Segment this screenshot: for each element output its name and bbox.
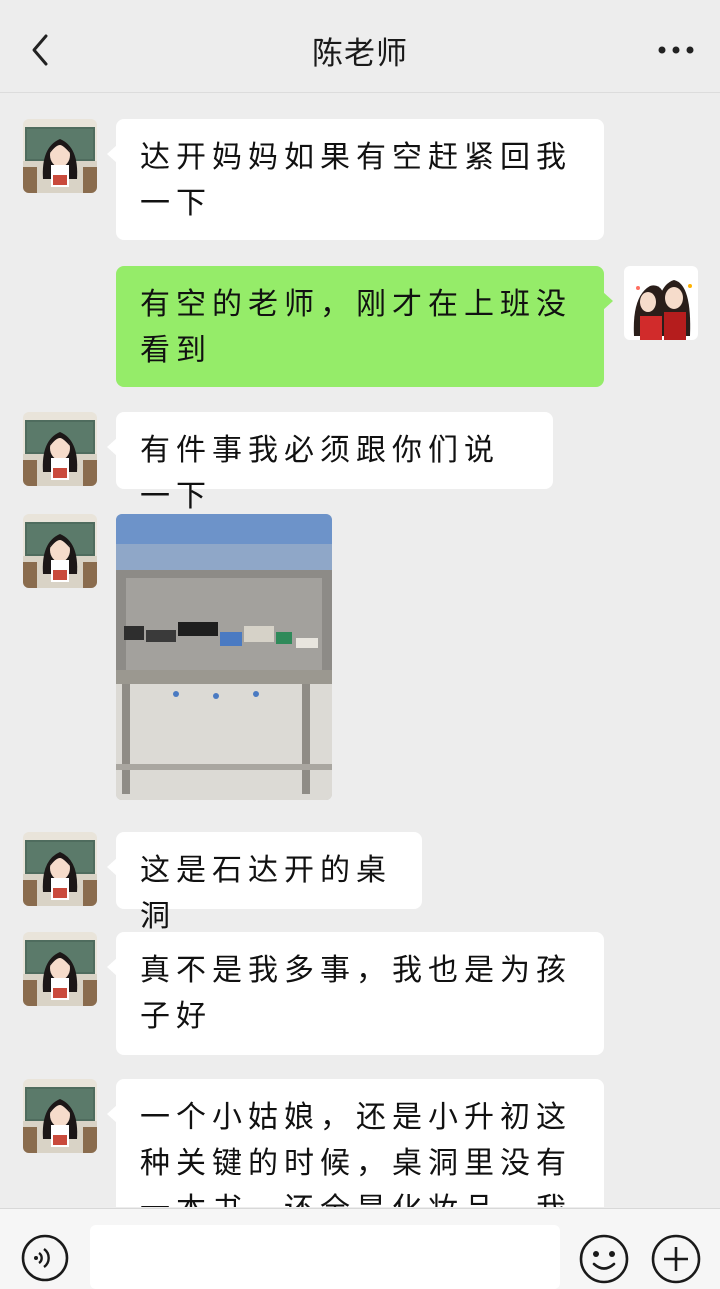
teacher-avatar[interactable] xyxy=(23,119,97,193)
emoji-icon xyxy=(579,1234,629,1284)
message-bubble[interactable]: 有件事我必须跟你们说一下 xyxy=(107,412,553,514)
ellipsis-icon xyxy=(658,46,694,54)
message-bubble-mine[interactable]: 有空的老师，刚才在上班没看到 xyxy=(116,266,613,387)
teacher-avatar[interactable] xyxy=(23,1079,97,1153)
photo-desk-icon xyxy=(116,514,332,800)
message-bubble[interactable]: 达开妈妈如果有空赶紧回我一下 xyxy=(107,119,604,240)
emoji-button[interactable] xyxy=(578,1233,630,1285)
plus-button[interactable] xyxy=(650,1233,702,1285)
teacher-avatar[interactable] xyxy=(23,832,97,906)
teacher-avatar[interactable] xyxy=(23,932,97,1006)
chat-title: 陈老师 xyxy=(312,36,408,72)
image-message[interactable] xyxy=(116,514,332,800)
message-bubble[interactable]: 一个小姑娘，还是小升初这种关键的时候，桌洞里没有一本书，还全是化妆品，我觉得有 xyxy=(107,1079,604,1207)
message-list: 达开妈妈如果有空赶紧回我一下 有空的老师，刚才在上班没看到 有件事我必须跟你们说… xyxy=(0,93,720,1207)
voice-button[interactable] xyxy=(20,1233,70,1283)
plus-icon xyxy=(651,1234,701,1284)
message-bubble[interactable]: 这是石达开的桌洞 xyxy=(107,832,422,934)
my-avatar[interactable] xyxy=(624,266,698,340)
chat-header: 陈老师 xyxy=(0,0,720,93)
teacher-avatar[interactable] xyxy=(23,514,97,588)
more-button[interactable] xyxy=(656,38,696,62)
message-input[interactable] xyxy=(90,1225,560,1289)
input-bar xyxy=(0,1208,720,1289)
voice-icon xyxy=(21,1234,69,1282)
teacher-avatar[interactable] xyxy=(23,412,97,486)
message-bubble[interactable]: 真不是我多事，我也是为孩子好 xyxy=(107,932,604,1055)
